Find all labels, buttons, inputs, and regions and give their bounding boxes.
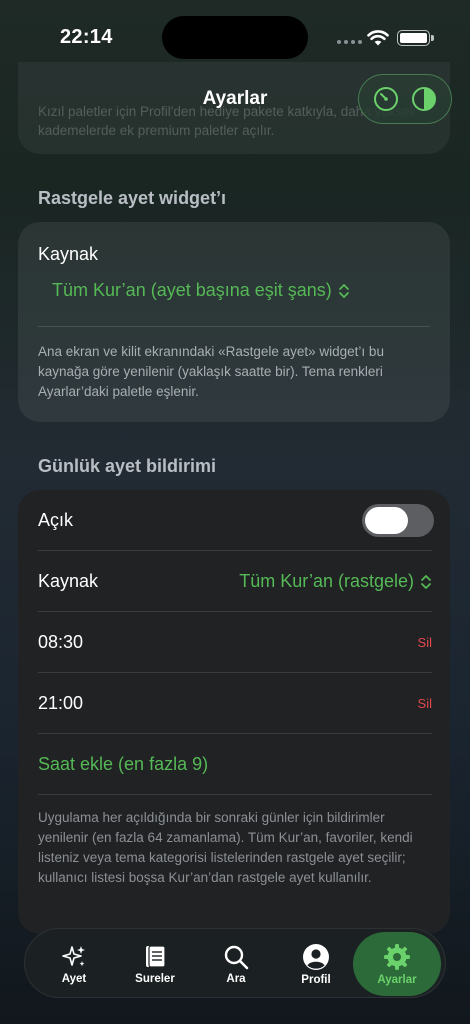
tab-label: Ara: [226, 972, 246, 985]
book-icon: [146, 944, 166, 968]
widget-source-value: Tüm Kur’an (ayet başına eşit şans): [52, 280, 332, 300]
time-value[interactable]: 08:30: [38, 632, 83, 653]
gear-icon: [384, 943, 410, 970]
tab-ayet[interactable]: Ayet: [35, 929, 113, 999]
tab-label: Ayet: [61, 972, 87, 985]
tab-label: Profil: [301, 973, 331, 986]
widget-source-picker[interactable]: Tüm Kur’an (ayet başına eşit şans): [52, 280, 350, 301]
dynamic-island: [162, 16, 308, 59]
header-actions: [358, 74, 452, 124]
enabled-toggle[interactable]: [362, 504, 434, 537]
widget-source-label: Kaynak: [38, 244, 99, 264]
person-icon: [303, 943, 329, 970]
tab-profil[interactable]: Profil: [277, 929, 355, 999]
tab-label: Sureler: [135, 972, 175, 985]
tab-label: Ayarlar: [377, 973, 417, 986]
notification-source-label: Kaynak: [38, 571, 99, 591]
sparkles-icon: [62, 945, 85, 966]
add-time-row: Saat ekle (en fazla 9): [38, 734, 450, 795]
toggle-knob: [365, 507, 408, 534]
notification-footnote: Uygulama her açıldığında bir sonraki gün…: [38, 810, 413, 885]
cellular-signal-icon: [337, 40, 362, 44]
magnifier-icon: [224, 945, 249, 969]
notification-source-picker[interactable]: Tüm Kur’an (rastgele): [239, 571, 432, 592]
contrast-icon[interactable]: [410, 85, 438, 113]
daily-notification-card: Açık Kaynak Tüm Kur’an (rastgele) 08:30 …: [18, 490, 450, 934]
tab-ayarlar[interactable]: Ayarlar: [353, 932, 441, 996]
enabled-label: Açık: [38, 510, 74, 530]
time-row: 08:30 Sil: [38, 612, 450, 673]
chevron-up-down-icon: [421, 574, 431, 589]
tab-sureler[interactable]: Sureler: [115, 929, 195, 999]
wifi-icon: [367, 30, 389, 46]
notification-source-row: Kaynak Tüm Kur’an (rastgele): [38, 551, 450, 612]
add-time-button[interactable]: Saat ekle (en fazla 9): [38, 754, 208, 775]
time-row: 21:00 Sil: [38, 673, 450, 734]
random-widget-card: Kaynak Tüm Kur’an (ayet başına eşit şans…: [18, 222, 450, 422]
speedometer-icon[interactable]: [372, 85, 400, 113]
section-header-random-widget: Rastgele ayet widget’ı: [38, 188, 227, 208]
chevron-up-down-icon: [338, 283, 349, 298]
section-header-daily-notification: Günlük ayet bildirimi: [38, 456, 217, 476]
divider: [38, 794, 432, 795]
tab-ara[interactable]: Ara: [197, 929, 275, 999]
status-time: 22:14: [60, 26, 113, 48]
divider: [38, 326, 430, 327]
tab-bar: Ayet Sureler Ara Profil Ayarlar: [24, 928, 446, 998]
battery-icon: [397, 30, 434, 46]
time-value[interactable]: 21:00: [38, 693, 83, 714]
delete-time-button[interactable]: Sil: [418, 635, 432, 650]
enabled-row: Açık: [38, 490, 450, 551]
delete-time-button[interactable]: Sil: [418, 696, 432, 711]
notification-source-value: Tüm Kur’an (rastgele): [239, 571, 414, 591]
widget-footnote: Ana ekran ve kilit ekranındaki «Rastgele…: [38, 344, 384, 399]
